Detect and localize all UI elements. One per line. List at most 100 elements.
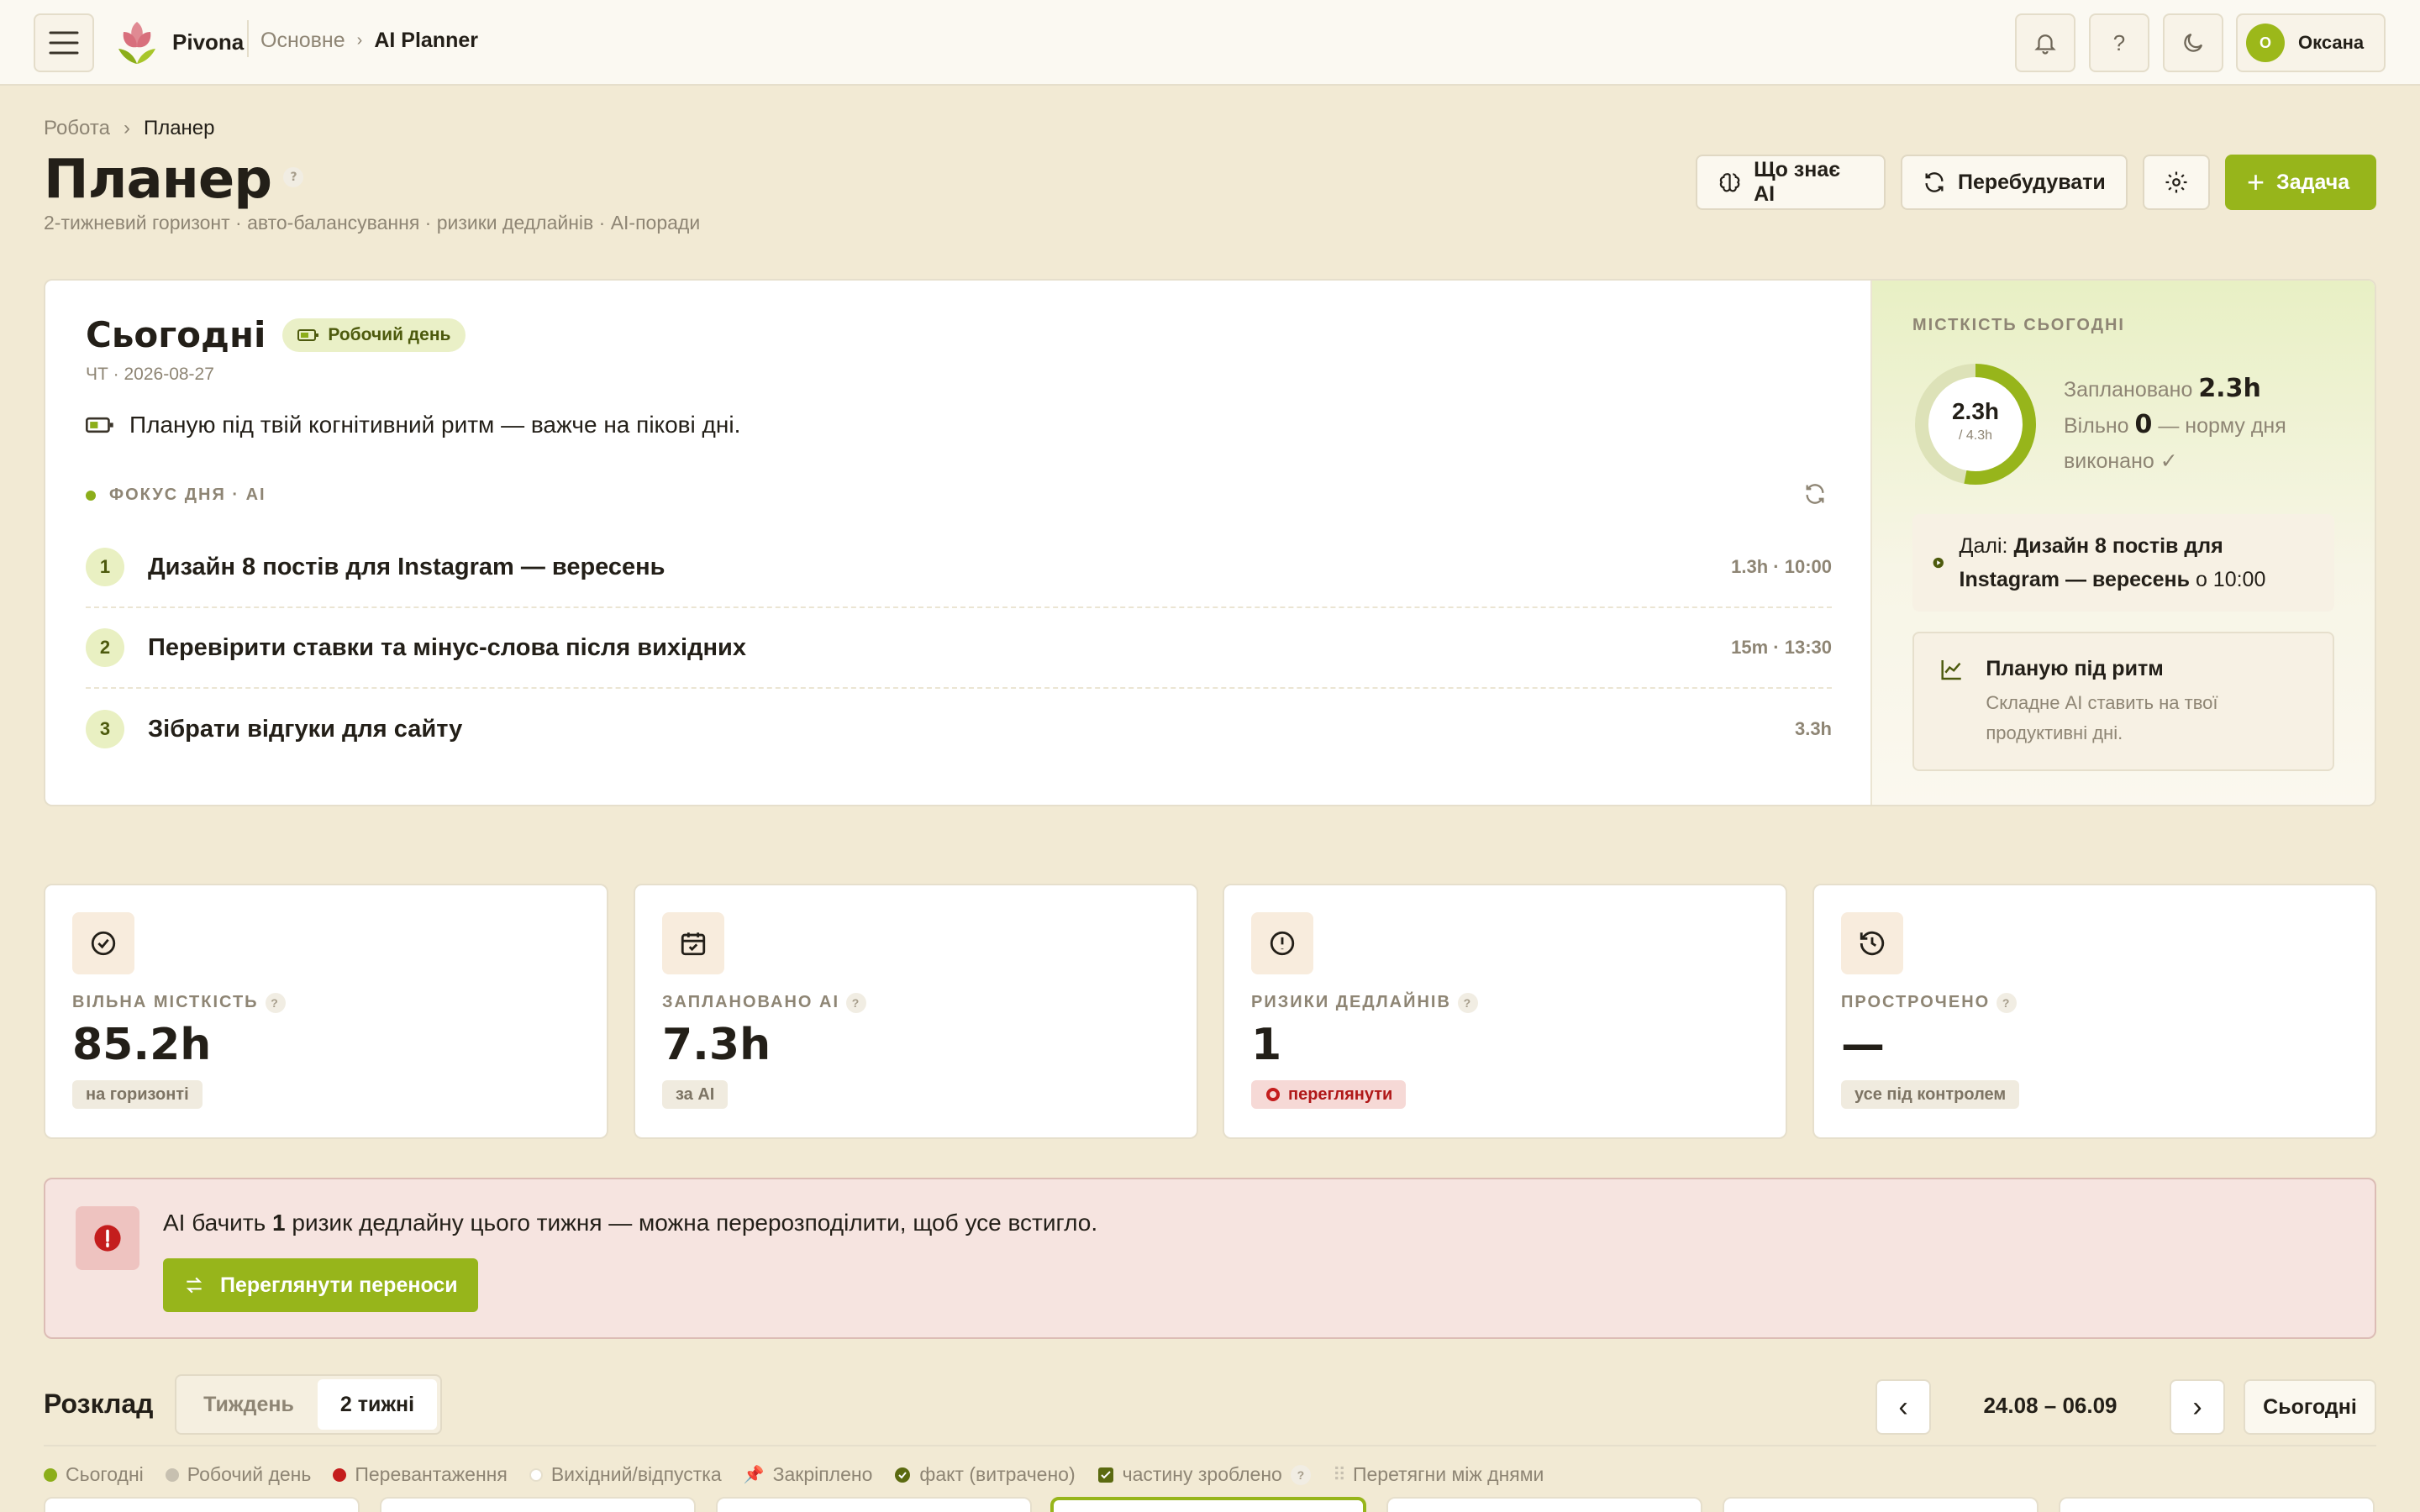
today-button[interactable]: Сьогодні <box>2244 1379 2376 1435</box>
help-button[interactable]: ? <box>2089 13 2149 72</box>
focus-title: Дизайн 8 постів для Instagram — вересень <box>148 553 666 580</box>
next-period-button[interactable]: › <box>2170 1379 2225 1435</box>
menu-button[interactable] <box>34 13 94 72</box>
legend-workday: Робочий день <box>165 1463 311 1486</box>
today-card: Сьогодні Робочий день ЧТ · 2026-08-27 Пл… <box>44 279 2376 806</box>
help-icon[interactable]: ? <box>1290 1464 1311 1485</box>
top-breadcrumb-section[interactable]: Основне <box>260 29 345 53</box>
rhythm-text: Складне AI ставить на твої продуктивні д… <box>1986 692 2218 743</box>
date-range: 24.08 – 06.09 <box>1983 1393 2118 1418</box>
top-bar: Pivona Основне › AI Planner ? О Оксана <box>0 0 2420 86</box>
add-task-button[interactable]: + Задача <box>2225 155 2376 210</box>
legend-partial: частину зроблено? <box>1097 1463 1311 1486</box>
focus-meta: 1.3h · 10:00 <box>1731 556 1832 577</box>
pin-icon: 📌 <box>743 1466 765 1484</box>
gear-icon <box>2165 171 2187 193</box>
stat-value: — <box>1841 1020 1885 1070</box>
next-time: о 10:00 <box>2195 568 2266 591</box>
refresh-focus-button[interactable] <box>1798 477 1832 511</box>
tab-week[interactable]: Тиждень <box>180 1379 318 1430</box>
focus-item[interactable]: 1 Дизайн 8 постів для Instagram — вересе… <box>86 528 1832 608</box>
check-circle-icon <box>72 912 134 974</box>
history-icon <box>1841 912 1903 974</box>
next-task-card[interactable]: Далі: Дизайн 8 постів для Instagram — ве… <box>1912 514 2334 612</box>
check-circle-icon <box>895 1467 911 1483</box>
brand-name: Pivona <box>172 29 245 55</box>
ai-knows-label: Що знає AI <box>1754 158 1841 206</box>
target-icon <box>1266 1088 1280 1101</box>
focus-meta: 15m · 13:30 <box>1731 637 1832 658</box>
next-prefix: Далі: <box>1959 534 2008 558</box>
today-main: Сьогодні Робочий день ЧТ · 2026-08-27 Пл… <box>45 281 1870 805</box>
planned-label: Заплановано <box>2064 378 2193 402</box>
legend-drag: ⠿ Перетягни між днями <box>1332 1463 1544 1485</box>
today-title: Сьогодні <box>86 314 266 355</box>
chart-line-icon <box>1941 659 1961 680</box>
stat-label: ПРОСТРОЧЕНО? <box>1841 993 2018 1013</box>
help-icon[interactable]: ? <box>846 993 867 1013</box>
focus-item[interactable]: 3 Зібрати відгуки для сайту 3.3h <box>86 689 1832 769</box>
tab-two-weeks[interactable]: 2 тижні <box>318 1379 437 1430</box>
stat-badge: усе під контролем <box>1841 1080 2020 1109</box>
page-subtitle: 2-тижневий горизонт · авто-балансування … <box>44 212 701 234</box>
view-toggle: Тиждень 2 тижні <box>175 1374 442 1435</box>
help-icon[interactable]: ? <box>1457 993 1478 1013</box>
help-icon[interactable]: ? <box>265 993 286 1013</box>
settings-button[interactable] <box>2143 155 2210 210</box>
rebuild-button[interactable]: Перебудувати <box>1901 155 2128 210</box>
alert-text-before: AI бачить <box>163 1210 266 1236</box>
today-message: Планую під твій когнітивний ритм — важче… <box>129 412 741 438</box>
notifications-button[interactable] <box>2015 13 2075 72</box>
brand[interactable]: Pivona <box>112 15 244 69</box>
day-column-today[interactable] <box>1050 1497 1366 1512</box>
theme-toggle-button[interactable] <box>2163 13 2223 72</box>
swap-icon <box>186 1277 203 1294</box>
focus-meta: 3.3h <box>1794 718 1832 739</box>
dot-icon <box>165 1467 179 1482</box>
capacity-panel: МІСТКІСТЬ СЬОГОДНІ 2.3h / 4.3h Запланова… <box>1870 281 2375 805</box>
stat-card-overdue: ПРОСТРОЧЕНО? — усе під контролем <box>1812 884 2377 1139</box>
stat-card-ai-planned: ЗАПЛАНОВАНО AI? 7.3h за AI <box>634 884 1198 1139</box>
alert-text-after: ризик дедлайну цього тижня — можна перер… <box>292 1210 1098 1236</box>
avatar: О <box>2246 24 2285 62</box>
capacity-ring: 2.3h / 4.3h <box>1912 361 2039 487</box>
alert-count: 1 <box>272 1210 286 1236</box>
ai-knows-button[interactable]: Що знає AI <box>1696 155 1886 210</box>
legend-today: Сьогодні <box>44 1463 144 1486</box>
stat-label: ЗАПЛАНОВАНО AI? <box>662 993 867 1013</box>
day-column[interactable] <box>716 1497 1032 1512</box>
day-column[interactable] <box>1386 1497 1702 1512</box>
schedule-legend: Сьогодні Робочий день Перевантаження Вих… <box>44 1463 1544 1486</box>
drag-handle-icon: ⠿ <box>1332 1463 1346 1485</box>
stat-label: РИЗИКИ ДЕДЛАЙНІВ? <box>1251 993 1478 1013</box>
moon-icon <box>2184 33 2203 52</box>
user-menu[interactable]: О Оксана <box>2236 13 2386 72</box>
alert-circle-icon <box>1251 912 1313 974</box>
help-icon[interactable]: ? <box>283 167 304 188</box>
prev-period-button[interactable]: ‹ <box>1876 1379 1931 1435</box>
breadcrumb-current: Планер <box>143 117 215 139</box>
bell-icon <box>2034 34 2056 55</box>
calendar-check-icon <box>662 912 724 974</box>
day-column[interactable] <box>2059 1497 2375 1512</box>
page-title: Планер? <box>44 149 304 211</box>
breadcrumb: Робота › Планер <box>44 117 215 140</box>
day-column[interactable] <box>1723 1497 2039 1512</box>
day-type-badge: Робочий день <box>282 318 466 352</box>
help-icon[interactable]: ? <box>1996 993 2018 1013</box>
focus-title: Перевірити ставки та мінус-слова після в… <box>148 633 746 661</box>
checkbox-icon <box>1097 1467 1113 1483</box>
legend-overload: Перевантаження <box>333 1463 508 1486</box>
breadcrumb-parent[interactable]: Робота <box>44 117 110 140</box>
stat-value: 1 <box>1251 1020 1282 1070</box>
play-circle-icon <box>1933 557 1944 569</box>
review-risks-badge[interactable]: переглянути <box>1251 1080 1407 1109</box>
refresh-icon <box>1806 484 1824 504</box>
focus-title: Зібрати відгуки для сайту <box>148 715 463 743</box>
day-column[interactable] <box>380 1497 696 1512</box>
planned-value: 2.3h <box>2198 374 2261 403</box>
top-breadcrumb: Основне › AI Planner <box>247 20 478 57</box>
day-column[interactable] <box>44 1497 360 1512</box>
review-moves-button[interactable]: Переглянути переноси <box>163 1258 478 1312</box>
focus-item[interactable]: 2 Перевірити ставки та мінус-слова після… <box>86 608 1832 689</box>
